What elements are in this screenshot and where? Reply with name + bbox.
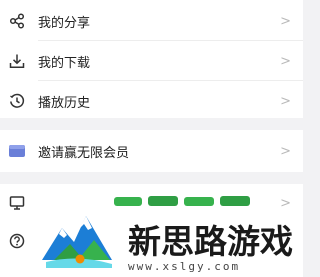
monitor-icon (8, 194, 26, 212)
chevron-right-icon: > (280, 143, 291, 159)
menu-item-play-history[interactable]: 播放历史 > (0, 82, 303, 120)
menu-item-label: 我的下载 (38, 55, 91, 71)
menu-item-invite-vip[interactable]: 邀请赢无限会员 > (0, 132, 303, 170)
menu-group-promo: 邀请赢无限会员 > (0, 130, 303, 172)
chevron-right-icon: > (280, 93, 291, 109)
divider (38, 80, 303, 81)
share-icon (8, 12, 26, 30)
history-icon (8, 92, 26, 110)
menu-group-personal: 我的分享 > 我的下载 > 播放历史 > (0, 0, 303, 118)
download-icon (8, 52, 26, 70)
help-icon (8, 232, 26, 250)
menu-item-label: 邀请赢无限会员 (38, 145, 130, 161)
watermark-title: 新思路游戏 (128, 222, 293, 261)
watermark-logo (42, 216, 112, 268)
chevron-right-icon: > (280, 53, 291, 69)
invite-card-icon (8, 142, 26, 160)
divider (38, 40, 303, 41)
menu-item-my-share[interactable]: 我的分享 > (0, 2, 303, 40)
watermark-url: www.xslgy.com (128, 260, 241, 273)
menu-item-label: 播放历史 (38, 95, 91, 111)
watermark: 新思路游戏 www.xslgy.com (40, 196, 303, 277)
watermark-banner (114, 196, 250, 206)
chevron-right-icon: > (280, 13, 291, 29)
menu-item-label: 我的分享 (38, 15, 91, 31)
menu-item-my-downloads[interactable]: 我的下载 > (0, 42, 303, 80)
